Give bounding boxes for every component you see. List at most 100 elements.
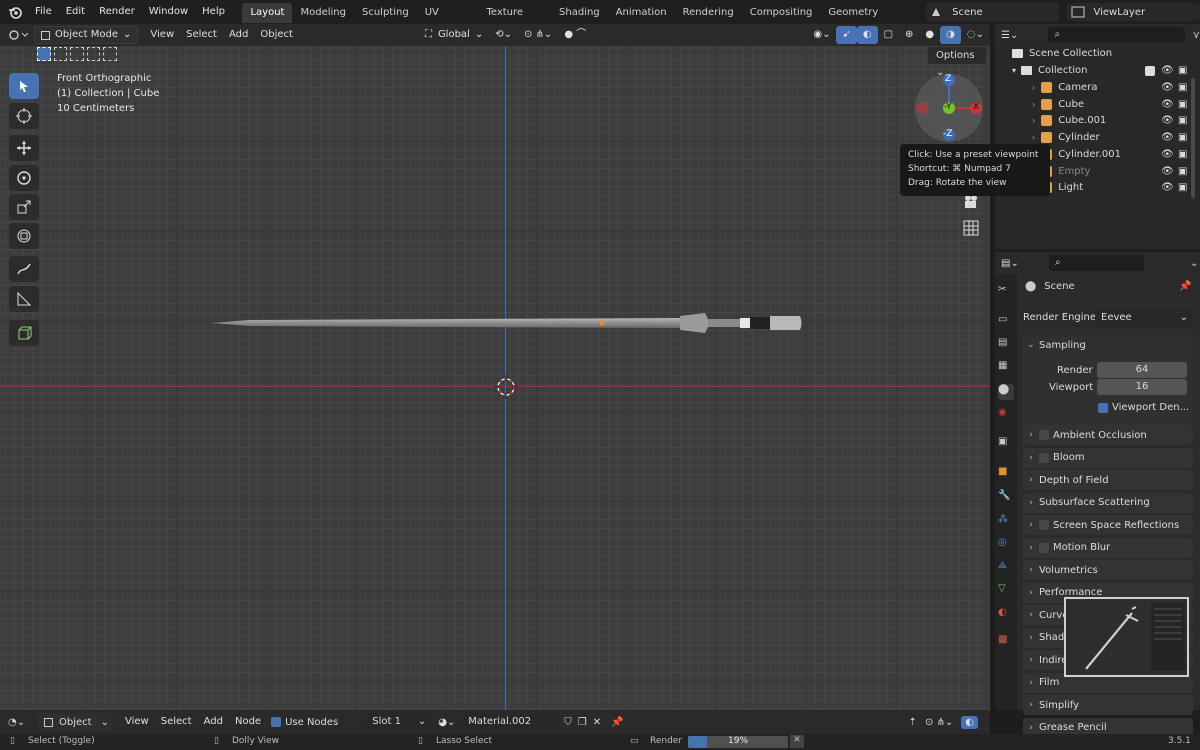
material-browse-icon[interactable]: ◕⌄ xyxy=(438,717,462,728)
sampling-header[interactable]: ⌄ Sampling xyxy=(1023,335,1193,355)
data-tab-icon[interactable]: ▽ xyxy=(998,583,1014,599)
render-engine-dropdown[interactable]: Eevee ⌄ xyxy=(1095,309,1193,326)
menu-edit[interactable]: Edit xyxy=(59,0,92,24)
tab-uv-editing[interactable]: UV Editing xyxy=(417,3,479,38)
render-camera-icon[interactable]: ▣ xyxy=(1178,132,1187,143)
fake-user-icon[interactable]: ⛉ xyxy=(564,717,572,728)
visibility-icon[interactable]: ◉⌄ xyxy=(807,26,836,44)
select-mode-toolbar[interactable] xyxy=(37,47,117,63)
object-type-dropdown[interactable]: Object ⌄ xyxy=(38,713,113,731)
collection-row[interactable]: ▾ Collection 👁 ▣ xyxy=(995,62,1200,79)
editor-type-icon[interactable] xyxy=(8,28,34,42)
menu-window[interactable]: Window xyxy=(142,0,195,24)
measure-tool[interactable] xyxy=(9,286,39,312)
tab-sculpting[interactable]: Sculpting xyxy=(354,3,417,23)
tab-texture-paint[interactable]: Texture Paint xyxy=(478,3,551,38)
menu-add[interactable]: Add xyxy=(223,26,254,44)
object-tab-icon[interactable]: ■ xyxy=(998,466,1014,482)
cancel-render-button[interactable]: ✕ xyxy=(790,735,804,748)
menu-view[interactable]: View xyxy=(144,26,180,44)
transform-tool[interactable] xyxy=(9,223,39,249)
tab-rendering[interactable]: Rendering xyxy=(675,3,742,23)
shading-solid-icon[interactable]: ● xyxy=(919,26,940,44)
tool-tab-icon[interactable]: ✂ xyxy=(998,284,1014,300)
properties-options-icon[interactable]: ⌄ xyxy=(1190,258,1198,269)
render-camera-icon[interactable]: ▣ xyxy=(1178,182,1187,193)
proportional-edit-icon[interactable]: ● ⌒ xyxy=(558,26,592,44)
outliner-search-input[interactable]: ⌕ xyxy=(1048,27,1185,43)
expand-icon[interactable]: › xyxy=(1032,100,1035,109)
options-dropdown[interactable]: Options ⌄ xyxy=(928,47,986,78)
menu-file[interactable]: File xyxy=(28,0,59,24)
eye-icon[interactable]: 👁 xyxy=(1161,132,1174,143)
select-new-icon[interactable] xyxy=(37,47,51,61)
panel-screen-space-reflections[interactable]: › Screen Space Reflections xyxy=(1023,515,1193,535)
render-tab-icon[interactable]: ▭ xyxy=(998,314,1014,330)
physics-tab-icon[interactable]: ◎ xyxy=(998,537,1014,553)
object-mode-dropdown[interactable]: Object Mode ⌄ xyxy=(34,26,139,44)
render-camera-icon[interactable]: ▣ xyxy=(1178,65,1187,76)
menu-render[interactable]: Render xyxy=(92,0,142,24)
menu-add[interactable]: Add xyxy=(198,713,229,731)
rotate-tool[interactable] xyxy=(9,165,39,191)
panel-enable-checkbox[interactable] xyxy=(1039,542,1049,553)
scene-tab-icon[interactable]: ⬤ xyxy=(998,384,1014,400)
view-layer-tab-icon[interactable]: ▦ xyxy=(998,360,1014,376)
eye-icon[interactable]: 👁 xyxy=(1161,166,1174,177)
slot-dropdown[interactable]: Slot 1 ⌄ xyxy=(366,713,431,731)
shading-wireframe-icon[interactable]: ⊕ xyxy=(899,26,919,44)
blender-logo-icon[interactable] xyxy=(8,5,22,19)
eye-icon[interactable]: 👁 xyxy=(1161,149,1174,160)
tab-animation[interactable]: Animation xyxy=(608,3,675,23)
scale-tool[interactable] xyxy=(9,194,39,220)
collection-tab-icon[interactable]: ▣ xyxy=(998,436,1014,452)
xray-toggle-icon[interactable]: ▢ xyxy=(878,26,899,44)
select-extend-icon[interactable] xyxy=(53,47,68,61)
eye-icon[interactable]: 👁 xyxy=(1161,82,1174,93)
render-samples-field[interactable]: 64 xyxy=(1097,362,1187,378)
pivot-icon[interactable]: ⟲⌄ xyxy=(489,26,518,44)
overlay-toggle-icon[interactable]: ◐ xyxy=(856,26,878,44)
outliner-item-camera[interactable]: › Camera 👁 ▣ xyxy=(995,79,1200,96)
outliner-editor-icon[interactable]: ☰⌄ xyxy=(1001,30,1020,41)
select-intersect-icon[interactable] xyxy=(103,47,117,61)
eye-icon[interactable]: 👁 xyxy=(1161,65,1174,76)
tab-modeling[interactable]: Modeling xyxy=(292,3,354,23)
expand-icon[interactable]: › xyxy=(1032,133,1035,142)
properties-editor-icon[interactable]: ▤⌄ xyxy=(1001,258,1021,269)
viewport-denoising-checkbox[interactable]: Viewport Den... xyxy=(1098,402,1189,413)
panel-enable-checkbox[interactable] xyxy=(1039,452,1049,463)
tab-shading[interactable]: Shading xyxy=(551,3,608,23)
shading-material-icon[interactable]: ◑ xyxy=(940,26,961,44)
scene-collection-row[interactable]: Scene Collection xyxy=(995,45,1200,62)
pin-icon[interactable]: 📌 xyxy=(1179,281,1191,292)
eye-icon[interactable]: 👁 xyxy=(1161,182,1174,193)
eye-icon[interactable]: 👁 xyxy=(1161,115,1174,126)
overlay-toggle-icon[interactable]: ◐ xyxy=(961,715,978,729)
render-camera-icon[interactable]: ▣ xyxy=(1178,115,1187,126)
world-tab-icon[interactable]: ◉ xyxy=(998,407,1014,423)
3d-viewport[interactable]: Front Orthographic (1) Collection | Cube… xyxy=(0,46,990,710)
panel-motion-blur[interactable]: › Motion Blur xyxy=(1023,537,1193,558)
menu-select[interactable]: Select xyxy=(180,26,223,44)
panel-enable-checkbox[interactable] xyxy=(1039,430,1049,440)
texture-tab-icon[interactable]: ▩ xyxy=(998,634,1014,650)
modifier-tab-icon[interactable]: 🔧 xyxy=(998,490,1014,506)
panel-enable-checkbox[interactable] xyxy=(1039,520,1049,530)
shading-rendered-icon[interactable]: ◌⌄ xyxy=(961,26,990,44)
panel-simplify[interactable]: › Simplify xyxy=(1023,695,1193,715)
sword-model[interactable] xyxy=(210,310,805,336)
output-tab-icon[interactable]: ▤ xyxy=(998,337,1014,353)
use-nodes-checkbox[interactable]: Use Nodes xyxy=(271,717,338,728)
filter-icon[interactable]: ⋎ xyxy=(1193,30,1200,41)
panel-subsurface-scattering[interactable]: › Subsurface Scattering xyxy=(1023,492,1193,513)
render-camera-icon[interactable]: ▣ xyxy=(1178,149,1187,160)
annotate-tool[interactable] xyxy=(9,256,39,282)
expand-icon[interactable]: › xyxy=(1032,116,1035,125)
render-camera-icon[interactable]: ▣ xyxy=(1178,166,1187,177)
tab-geometry-nodes[interactable]: Geometry Nodes xyxy=(820,3,910,38)
material-tab-icon[interactable]: ◐ xyxy=(998,607,1014,623)
move-tool[interactable] xyxy=(9,135,39,161)
transform-orientation-dropdown[interactable]: ⛶ Global ⌄ xyxy=(419,26,489,44)
3d-cursor-icon[interactable] xyxy=(494,375,518,399)
